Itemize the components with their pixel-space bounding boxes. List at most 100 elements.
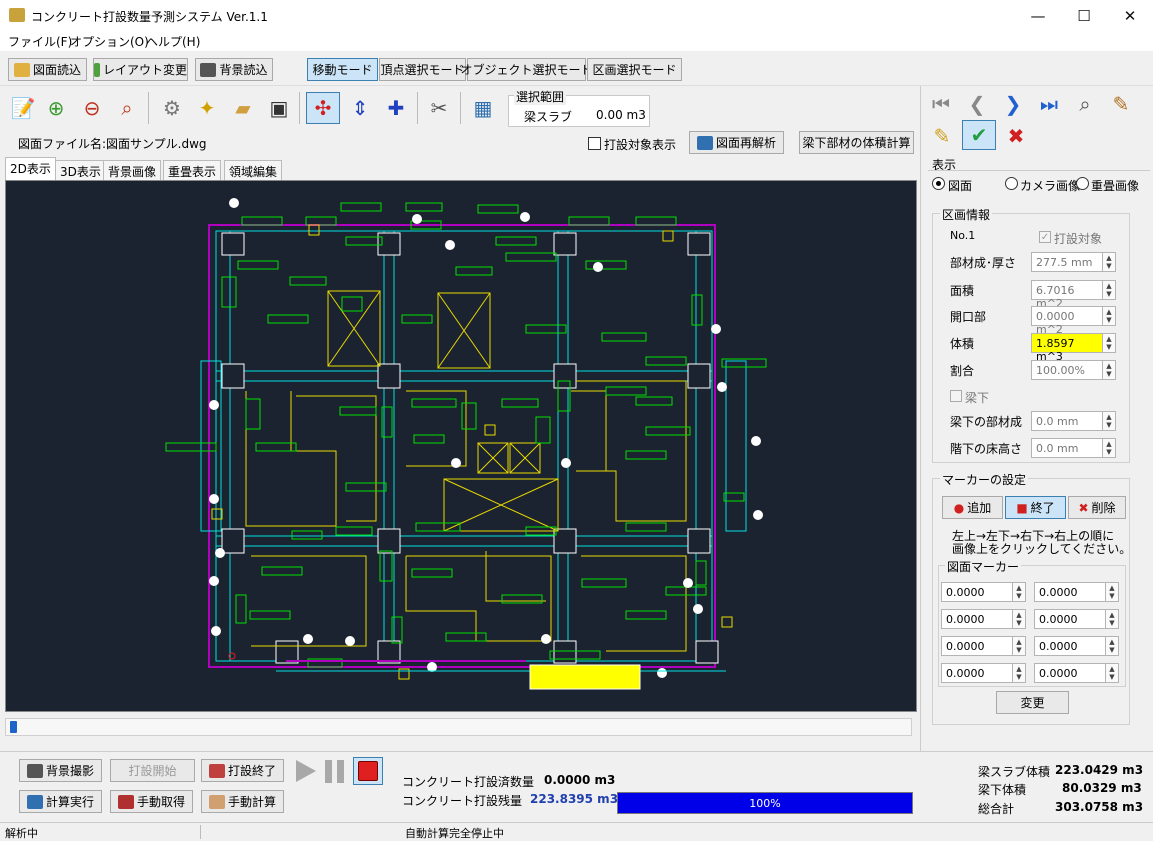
move-all-icon[interactable]: ✚ [381, 92, 411, 124]
confirm-icon[interactable]: ✔ [962, 120, 996, 150]
minimize-button[interactable]: — [1015, 0, 1061, 31]
play-icon[interactable] [296, 760, 316, 782]
marker-spin[interactable]: ▲ ▼ [1105, 609, 1119, 629]
menu-help[interactable]: ヘルプ(H) [146, 33, 200, 50]
marker-field[interactable]: 0.0000 [941, 609, 1013, 629]
reanalyze-button[interactable]: 図面再解析 [689, 131, 784, 154]
calc-run-button[interactable]: 計算実行 [19, 790, 102, 813]
radio-overlay[interactable] [1076, 177, 1089, 190]
object-select-mode-button[interactable]: オブジェクト選択モード [461, 58, 593, 81]
zoom-out-icon[interactable]: ⊖ [77, 92, 107, 124]
menu-file[interactable]: ファイル(F) [8, 33, 72, 50]
opening-field[interactable]: 0.0000 m^2 [1031, 306, 1103, 336]
tab-background[interactable]: 背景画像 [103, 160, 162, 180]
maximize-button[interactable]: ☐ [1061, 0, 1107, 31]
settings-file-icon[interactable]: ⚙ [157, 92, 187, 124]
marker-add-button[interactable]: ● 追加 [942, 496, 1003, 519]
tab-3d[interactable]: 3D表示 [55, 160, 106, 180]
vertical-move-icon[interactable]: ⇕ [345, 92, 375, 124]
ratio-label: 割合 [950, 364, 975, 378]
start-casting-button[interactable]: 打設開始 [110, 759, 195, 782]
marker-end-button[interactable]: ■ 終了 [1005, 496, 1066, 519]
marker-spin[interactable]: ▲ ▼ [1105, 663, 1119, 683]
first-icon[interactable]: ⏮ [926, 88, 956, 120]
calc-under-beam-button[interactable]: 梁下部材の体積計算 [799, 131, 914, 154]
rotate-icon[interactable]: ✣ [306, 92, 340, 124]
zoom-fit-icon[interactable]: ⌕ [112, 92, 142, 124]
opening-spin[interactable]: ▲ ▼ [1102, 306, 1116, 326]
previous-icon[interactable]: ❮ [962, 88, 992, 120]
close-button[interactable]: ✕ [1107, 0, 1153, 31]
load-background-button[interactable]: 背景読込 [195, 58, 273, 81]
tab-2d[interactable]: 2D表示 [5, 157, 56, 180]
bg-capture-button[interactable]: 背景撮影 [19, 759, 102, 782]
grand-total-label: 総合計 [978, 802, 1015, 816]
stop-button[interactable] [353, 757, 383, 785]
marker-spin[interactable]: ▲ ▼ [1012, 636, 1026, 656]
manual-calc-button[interactable]: 手動計算 [201, 790, 284, 813]
edit-icon[interactable]: ✎ [928, 122, 956, 150]
thickness-field[interactable]: 277.5 mm [1031, 252, 1103, 272]
area-field[interactable]: 6.7016 m^2 [1031, 280, 1103, 310]
menu-option[interactable]: オプション(O) [70, 33, 149, 50]
search-view-icon[interactable]: ⌕ [1070, 88, 1100, 120]
pause-icon[interactable] [325, 760, 332, 783]
end-casting-button[interactable]: 打設終了 [201, 759, 284, 782]
radio-drawing[interactable] [932, 177, 945, 190]
target-checkbox[interactable]: ✓ [1039, 231, 1051, 243]
thickness-spin[interactable]: ▲ ▼ [1102, 252, 1116, 272]
layout-change-button[interactable]: レイアウト変更 [93, 58, 188, 81]
radio-camera[interactable] [1005, 177, 1018, 190]
area-spin[interactable]: ▲ ▼ [1102, 280, 1116, 300]
ratio-spin[interactable]: ▲ ▼ [1102, 360, 1116, 380]
marker-field[interactable]: 0.0000 [1034, 636, 1106, 656]
new-file-icon[interactable]: ✦ [192, 92, 222, 124]
scissors-icon[interactable]: ✂ [424, 92, 454, 124]
pause-icon[interactable] [337, 760, 344, 783]
marker-spin[interactable]: ▲ ▼ [1012, 582, 1026, 602]
load-drawing-button[interactable]: 図面読込 [8, 58, 87, 81]
tab-region-edit[interactable]: 領域編集 [224, 160, 283, 180]
vertex-select-mode-button[interactable]: 頂点選択モード [379, 58, 466, 81]
save-icon[interactable]: ▣ [264, 92, 294, 124]
tab-overlay[interactable]: 重畳表示 [163, 160, 222, 180]
under-beam-depth-spin[interactable]: ▲ ▼ [1102, 411, 1116, 431]
marker-field[interactable]: 0.0000 [1034, 663, 1106, 683]
marker-spin[interactable]: ▲ ▼ [1105, 582, 1119, 602]
marker-spin[interactable]: ▲ ▼ [1105, 636, 1119, 656]
floor-height-spin[interactable]: ▲ ▼ [1102, 438, 1116, 458]
volume-spin[interactable]: ▲ ▼ [1102, 333, 1116, 353]
marker-field[interactable]: 0.0000 [941, 663, 1013, 683]
zoom-in-icon[interactable]: ⊕ [41, 92, 71, 124]
marker-spin[interactable]: ▲ ▼ [1012, 663, 1026, 683]
marker-field[interactable]: 0.0000 [941, 636, 1013, 656]
total-under-beam-value: 80.0329 m3 [1062, 781, 1142, 795]
floor-height-field[interactable]: 0.0 mm [1031, 438, 1103, 458]
pencil-icon[interactable]: ✎ [1106, 88, 1136, 120]
ratio-field[interactable]: 100.00% [1031, 360, 1103, 380]
open-folder-icon[interactable]: ▰ [228, 92, 258, 124]
calculator-icon[interactable]: ▦ [468, 92, 498, 124]
drawing-canvas[interactable] [5, 180, 917, 712]
show-targets-checkbox[interactable] [588, 137, 601, 150]
volume-field[interactable]: 1.8597 m^3 [1031, 333, 1103, 363]
marker-field[interactable]: 0.0000 [1034, 609, 1106, 629]
edit-document-icon[interactable]: 📝 [8, 92, 38, 124]
next-icon[interactable]: ❯ [998, 88, 1028, 120]
marker-field[interactable]: 0.0000 [1034, 582, 1106, 602]
slider-thumb[interactable] [10, 721, 17, 733]
progress-text: 100% [749, 796, 781, 810]
last-icon[interactable]: ⏭ [1034, 88, 1064, 120]
marker-delete-button[interactable]: ✖ 削除 [1068, 496, 1126, 519]
thickness-label: 部材成･厚さ [950, 256, 1017, 270]
move-mode-button[interactable]: 移動モード [307, 58, 378, 81]
marker-spin[interactable]: ▲ ▼ [1012, 609, 1026, 629]
section-select-mode-button[interactable]: 区画選択モード [587, 58, 682, 81]
under-beam-checkbox[interactable] [950, 390, 962, 402]
marker-field[interactable]: 0.0000 [941, 582, 1013, 602]
timeline-slider[interactable] [5, 718, 912, 736]
marker-change-button[interactable]: 変更 [996, 691, 1069, 714]
under-beam-depth-field[interactable]: 0.0 mm [1031, 411, 1103, 431]
delete-icon[interactable]: ✖ [1002, 122, 1030, 150]
manual-get-button[interactable]: 手動取得 [110, 790, 193, 813]
